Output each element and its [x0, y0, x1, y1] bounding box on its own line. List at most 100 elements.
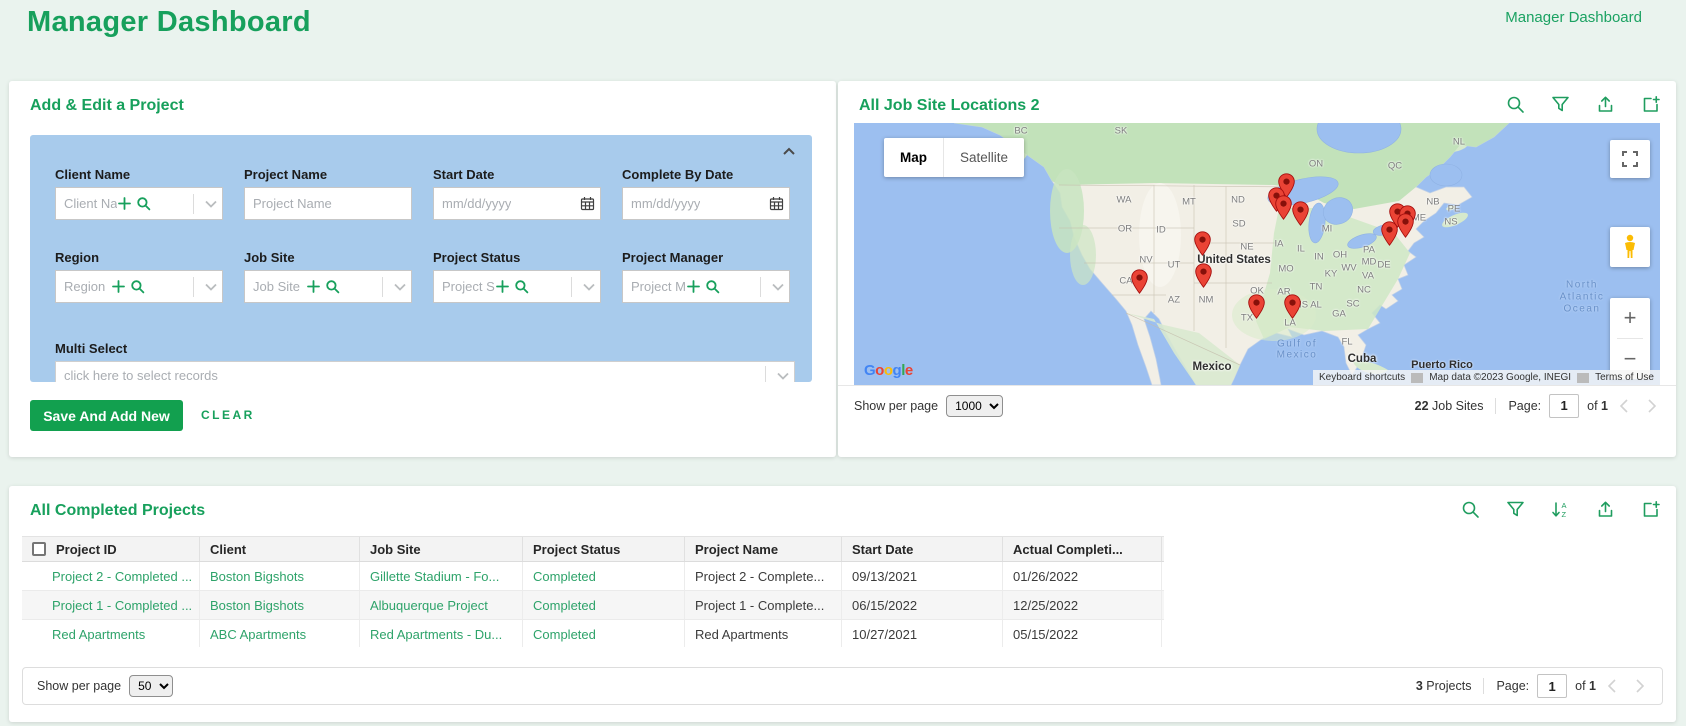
page-number-input[interactable] [1549, 393, 1580, 418]
add-status-icon[interactable] [495, 279, 510, 294]
job-site-pin[interactable] [1193, 231, 1211, 257]
map-panel-toolbar [1506, 95, 1660, 114]
column-header[interactable]: Start Date [842, 537, 1003, 561]
calendar-icon[interactable] [574, 188, 600, 219]
search-icon[interactable] [1461, 500, 1480, 519]
table-cell[interactable]: Boston Bigshots [200, 591, 360, 619]
job-site-pin[interactable] [1247, 294, 1265, 320]
multi-select-input[interactable]: click here to select records [55, 361, 795, 382]
table-cell: 09/13/2021 [842, 562, 1003, 590]
terms-of-use-link[interactable]: Terms of Use [1589, 372, 1660, 383]
multi-select-dropdown[interactable] [772, 362, 794, 382]
add-region-icon[interactable] [111, 279, 126, 294]
project-name-input[interactable]: Project Name [244, 187, 412, 220]
column-header[interactable]: Project Status [523, 537, 685, 561]
search-manager-icon[interactable] [705, 279, 720, 294]
collapse-form-button[interactable] [780, 143, 798, 161]
clear-button[interactable]: CLEAR [201, 408, 255, 422]
column-header[interactable]: Actual Completi... [1003, 537, 1162, 561]
table-cell[interactable]: Gillette Stadium - Fo... [360, 562, 523, 590]
start-date-input[interactable]: mm/dd/yyyy [433, 187, 601, 220]
complete-by-date-field: Complete By Date mm/dd/yyyy [622, 167, 790, 220]
prev-page-button[interactable] [1604, 677, 1622, 695]
add-manager-icon[interactable] [686, 279, 701, 294]
job-site-dropdown[interactable] [389, 271, 411, 302]
page-label: Page: [1496, 679, 1530, 693]
project-status-dropdown[interactable] [578, 271, 600, 302]
search-job-site-icon[interactable] [325, 279, 340, 294]
keyboard-shortcuts-link[interactable]: Keyboard shortcuts [1313, 372, 1411, 383]
column-header[interactable]: Job Site [360, 537, 523, 561]
svg-text:Z: Z [1562, 510, 1567, 519]
project-id-link[interactable]: Red Apartments [22, 620, 200, 647]
map-type-satellite-button[interactable]: Satellite [943, 138, 1024, 177]
column-header[interactable]: Client [200, 537, 360, 561]
project-status-placeholder: Project S [442, 279, 495, 294]
zoom-in-button[interactable]: + [1610, 298, 1650, 338]
column-header[interactable]: Project ID [22, 537, 200, 561]
filter-icon[interactable] [1506, 500, 1525, 519]
add-job-site-icon[interactable] [306, 279, 321, 294]
job-site-pin[interactable] [1380, 221, 1398, 247]
project-id-link[interactable]: Project 1 - Completed ... [22, 591, 200, 619]
project-name-field: Project Name Project Name [244, 167, 412, 220]
map-canvas[interactable]: Puerto Rico United States Mexico Cuba BC SK O… [854, 123, 1660, 385]
job-site-pin[interactable] [1194, 263, 1212, 289]
page-size-select[interactable]: 50 [129, 675, 174, 697]
table-cell[interactable]: ABC Apartments [200, 620, 360, 647]
region-label: Region [55, 250, 100, 265]
job-site-pin[interactable] [1274, 195, 1292, 221]
next-page-button[interactable] [1642, 397, 1660, 415]
table-cell: 10/27/2021 [842, 620, 1003, 647]
fullscreen-button[interactable] [1610, 140, 1650, 178]
region-dropdown[interactable] [200, 271, 222, 302]
prev-page-button[interactable] [1616, 397, 1634, 415]
export-icon[interactable] [1596, 500, 1615, 519]
select-all-checkbox[interactable] [32, 542, 46, 556]
next-page-button[interactable] [1630, 677, 1648, 695]
page-size-select[interactable]: 1000 [946, 394, 1004, 417]
project-id-link[interactable]: Project 2 - Completed ... [22, 562, 200, 590]
complete-by-date-input[interactable]: mm/dd/yyyy [622, 187, 790, 220]
table-cell[interactable]: Red Apartments - Du... [360, 620, 523, 647]
project-form-container: Client Name Client Na Project Name Proje… [30, 135, 812, 382]
sort-icon[interactable]: AZ [1551, 500, 1570, 519]
multi-select-placeholder: click here to select records [64, 368, 218, 382]
nav-manager-dashboard[interactable]: Manager Dashboard [1505, 9, 1642, 26]
client-name-dropdown[interactable] [200, 188, 222, 219]
job-site-input[interactable]: Job Site [244, 270, 412, 303]
client-name-input[interactable]: Client Na [55, 187, 223, 220]
project-status-input[interactable]: Project S [433, 270, 601, 303]
job-site-pin[interactable] [1283, 294, 1301, 320]
add-client-icon[interactable] [117, 196, 132, 211]
search-icon[interactable] [1506, 95, 1525, 114]
open-new-window-icon[interactable] [1641, 500, 1660, 519]
page-number-input[interactable] [1537, 674, 1568, 698]
search-status-icon[interactable] [514, 279, 529, 294]
column-header[interactable]: Project Name [685, 537, 842, 561]
table-cell: Completed [523, 562, 685, 590]
table-header-row: Project ID Client Job Site Project Status Pr… [22, 536, 1164, 562]
project-name-label: Project Name [244, 167, 328, 182]
street-view-pegman-button[interactable] [1610, 227, 1650, 267]
job-site-pin[interactable] [1291, 201, 1309, 227]
job-site-pin[interactable] [1396, 213, 1414, 239]
calendar-icon[interactable] [763, 188, 789, 219]
search-client-icon[interactable] [136, 196, 151, 211]
table-cell[interactable]: Boston Bigshots [200, 562, 360, 590]
filter-icon[interactable] [1551, 95, 1570, 114]
project-manager-input[interactable]: Project M [622, 270, 790, 303]
job-site-placeholder: Job Site [253, 279, 300, 294]
project-manager-dropdown[interactable] [767, 271, 789, 302]
job-site-pin[interactable] [1130, 269, 1148, 295]
start-date-label: Start Date [433, 167, 495, 182]
search-region-icon[interactable] [130, 279, 145, 294]
region-input[interactable]: Region [55, 270, 223, 303]
table-cell[interactable]: Albuquerque Project [360, 591, 523, 619]
map-type-map-button[interactable]: Map [884, 138, 943, 177]
projects-table-body: Project 2 - Completed ... Boston Bigshots… [22, 562, 1164, 647]
save-and-add-new-button[interactable]: Save And Add New [30, 400, 183, 431]
export-icon[interactable] [1596, 95, 1615, 114]
open-new-window-icon[interactable] [1641, 95, 1660, 114]
table-cell: Completed [523, 620, 685, 647]
